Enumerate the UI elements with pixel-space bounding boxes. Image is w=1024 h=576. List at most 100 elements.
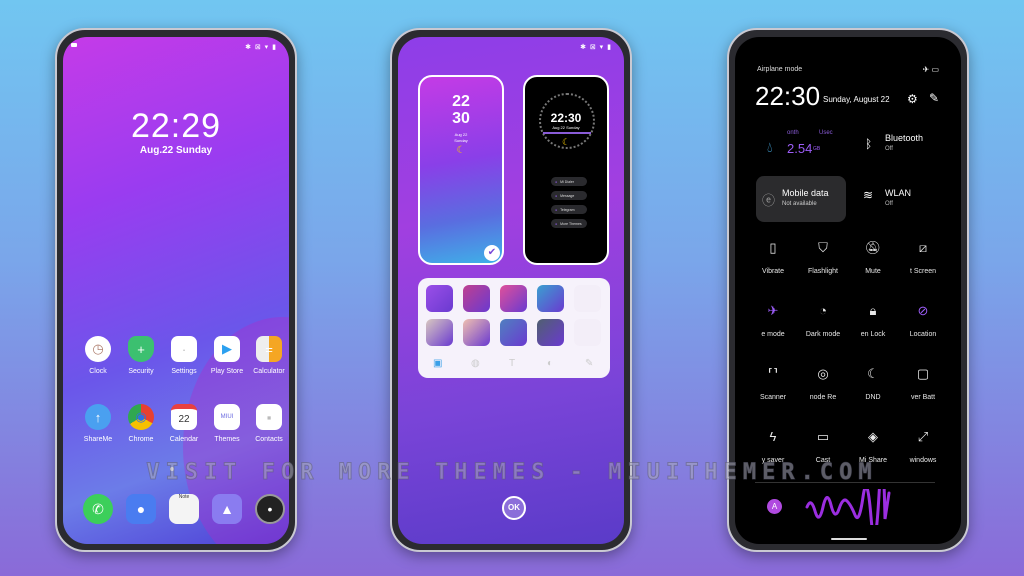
app-label: Play Store [210,368,244,375]
theme-thumbnail[interactable] [463,319,490,346]
toggle-mute[interactable]: 🔕︎ Mute [848,240,898,275]
shareme-icon: ↑ [85,404,111,430]
toggle-cast[interactable]: ▭ Cast [798,429,848,464]
app-settings[interactable]: · Settings [162,336,206,375]
voice-waveform [805,489,891,525]
notes-icon[interactable]: Note [169,494,199,524]
home-indicator [831,538,867,540]
selected-check-icon: ✔ [484,245,500,261]
shortcut-icon: ● [555,207,558,212]
app-play-store[interactable]: ▶ Play Store [205,336,249,375]
aod-shortcut-telegram[interactable]: ● Telegram [551,205,587,214]
aod-shortcut-mi-dialer[interactable]: ● Mi Dialer [551,177,587,186]
toggle-label: Mute [865,268,881,275]
settings-icon: · [171,336,197,362]
assistant-avatar[interactable]: A [767,499,782,514]
toggle-battery[interactable]: ▢ ver Batt [898,366,948,401]
floating-windows-icon: ⤢ [917,429,929,444]
toggle-vibrate[interactable]: ▯ Vibrate [748,240,798,275]
toggle-dnd[interactable]: ☾ DND [848,366,898,401]
status-bar-icons: ✱ ⊠ ▾ ▮ [245,44,277,51]
wlan-tile[interactable]: ≋ WLAN Off [855,176,945,222]
globe-icon[interactable]: ◍ [471,358,480,369]
screenshot-icon: ⧄ [918,240,928,255]
app-security[interactable]: + Security [119,336,163,375]
flashlight-icon: ⛉ [818,240,828,255]
shortcut-label: Message [560,193,575,198]
settings-icon[interactable]: ⚙ [907,92,918,106]
cast-icon: ▭ [816,429,830,444]
toggle-reading-mode[interactable]: ◎ node Re [798,366,848,401]
shortcut-icon: ● [555,193,558,198]
app-calendar[interactable]: 22 Calendar [162,404,206,443]
toggle-airplane[interactable]: ✈ e mode [748,303,798,338]
shortcut-label: Telegram [560,207,575,212]
toggle-label: Dark mode [805,331,841,338]
app-label: Chrome [128,436,154,443]
bluetooth-tile[interactable]: ᛒ Bluetooth Off [855,127,945,173]
aod-shortcut-message[interactable]: ● Message [551,191,587,200]
toggle-dark-mode[interactable]: ◔ Dark mode [798,303,848,338]
toggle-screenshot[interactable]: ⧄ t Screen [898,240,948,275]
theme-thumbnail[interactable] [500,285,527,312]
text-icon[interactable]: T [509,358,515,369]
wlan-state: Off [885,201,893,207]
toggle-mi-share[interactable]: ◈ Mi Share [848,429,898,464]
bluetooth-icon: ᛒ [865,137,873,151]
palette-icon[interactable]: ◐ [547,358,553,369]
pen-icon[interactable]: ✎ [585,358,593,369]
app-contacts[interactable]: ▪ Contacts [247,404,289,443]
toggle-power-saver[interactable]: ϟy saver [748,429,798,464]
app-clock[interactable]: ◷ Clock [76,336,120,375]
app-themes[interactable]: MIUI Themes [205,404,249,443]
ok-button[interactable]: OK [502,496,526,520]
toggle-scanner[interactable]: ⸢⸣ Scanner [748,366,798,401]
lock-date: Aug 22 [454,132,468,137]
theme-thumbnail[interactable] [574,319,601,346]
toggle-lock[interactable]: 🔒︎ en Lock [848,303,898,338]
app-label: ShareMe [83,436,113,443]
data-usage-tile[interactable]: 💧︎ onth Usec 2.54 GB [755,127,845,173]
toggle-location[interactable]: ⊘ Location [898,303,948,338]
toggle-label: ver Batt [910,394,936,401]
app-chrome[interactable]: ◉ Chrome [119,404,163,443]
theme-picker-panel: ▣ ◍ T ◐ ✎ [418,278,610,378]
camera-icon[interactable]: • [255,494,285,524]
themes-icon: MIUI [214,404,240,430]
theme-thumbnail[interactable] [426,319,453,346]
toggle-label: Scanner [759,394,787,401]
vibrate-icon: ▯ [769,240,777,255]
lock-hour: 22 [452,93,470,110]
moon-icon: ☾ [561,137,571,147]
image-icon[interactable]: ▣ [433,358,442,369]
mobile-data-tile[interactable]: ⓔ Mobile data Not available [756,176,846,222]
moon-icon: ☾ [456,145,466,156]
theme-thumbnail[interactable] [537,319,564,346]
app-shareme[interactable]: ↑ ShareMe [76,404,120,443]
scanner-icon: ⸢⸣ [767,366,779,381]
reading-mode-icon: ◎ [817,366,829,381]
gallery-icon[interactable]: ▲ [212,494,242,524]
lock-screen-preview[interactable]: 22 30 Aug 22 Sunday ☾ ✔ [418,75,504,265]
home-clock: 22:29 [130,107,222,145]
edit-icon[interactable]: ✎ [929,91,939,105]
aod-preview[interactable]: 22:30 Aug 22 Sunday ☾ ● Mi Dialer ● Message… [523,75,609,265]
theme-thumbnail[interactable] [500,319,527,346]
theme-thumbnail[interactable] [426,285,453,312]
theme-thumbnail[interactable] [574,285,601,312]
data-month: onth [787,130,799,136]
theme-thumbnail[interactable] [463,285,490,312]
toggle-label: node Re [809,394,837,401]
app-label: Settings [171,368,197,375]
status-bar-icons: ✱ ⊠ ▾ ▮ [580,44,612,51]
shortcut-label: More Themes [560,221,582,226]
aod-shortcut-more-themes[interactable]: ● More Themes [551,219,587,228]
dark-mode-icon: ◔ [819,303,827,318]
toggle-floating-windows[interactable]: ⤢ windows [898,429,948,464]
shield-icon: + [128,336,154,362]
app-calculator[interactable]: = Calculator [247,336,289,375]
theme-thumbnail[interactable] [537,285,564,312]
toggle-flashlight[interactable]: ⛉ Flashlight [798,240,848,275]
phone-icon[interactable]: ✆ [83,494,113,524]
message-icon[interactable]: ● [126,494,156,524]
